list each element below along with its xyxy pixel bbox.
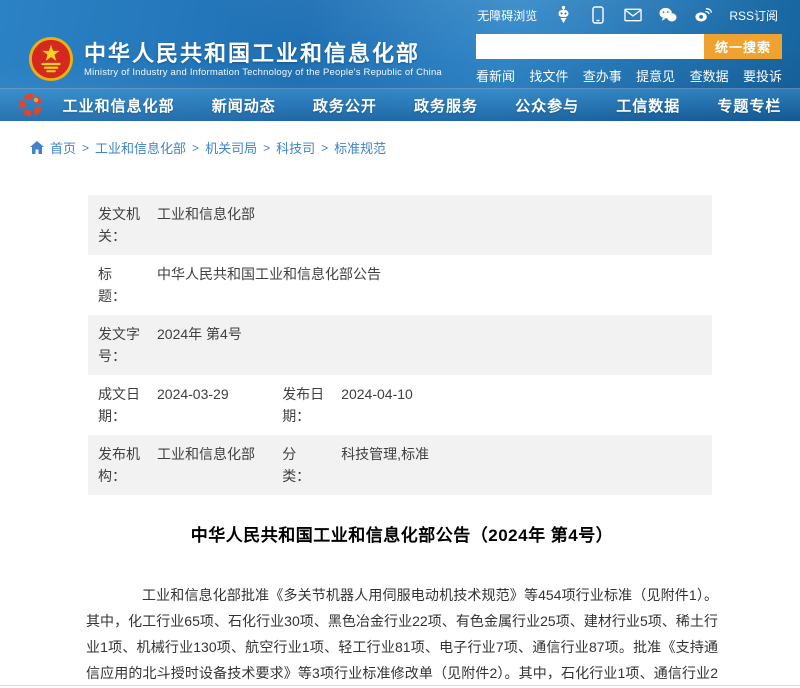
document-info-table: 发文机关： 工业和信息化部 标 题： 中华人民共和国工业和信息化部公告 发文字号… [88,195,712,495]
site-title: 中华人民共和国工业和信息化部 [84,41,442,67]
crumb-separator: > [263,141,270,155]
date-published-label: 发布日期： [282,383,332,427]
search-input[interactable] [476,34,704,59]
mascot-icon[interactable] [554,6,572,24]
quick-link-complaint[interactable]: 要投诉 [743,66,782,85]
page-title: 中华人民共和国工业和信息化部公告（2024年 第4号） [86,521,718,546]
doc-number-value: 2024年 第4号 [148,323,712,367]
main-nav: 工业和信息化部 新闻动态 政务公开 政务服务 公众参与 工信数据 专题专栏 [0,88,800,121]
quick-link-data[interactable]: 查数据 [690,66,729,85]
table-row: 成文日期： 2024-03-29 发布日期： 2024-04-10 [88,375,712,435]
miit-logo-icon[interactable] [18,92,44,118]
utility-bar: 无障碍浏览 [0,0,800,30]
crumb-departments[interactable]: 机关司局 [205,138,257,157]
site-header: 中华人民共和国工业和信息化部 Ministry of Industry and … [0,30,800,88]
issuing-org-label: 发文机关： [98,203,148,247]
nav-item-data[interactable]: 工信数据 [616,95,680,116]
crumb-miit[interactable]: 工业和信息化部 [95,138,186,157]
quick-links: 看新闻 找文件 查办事 提意见 查数据 要投诉 [476,66,782,85]
site-banner: 无障碍浏览 [0,0,800,121]
article: 中华人民共和国工业和信息化部公告（2024年 第4号） 工业和信息化部批准《多关… [86,521,718,688]
crumb-separator: > [82,141,89,155]
doc-title-label: 标 题： [98,263,148,307]
category-label: 分 类： [282,443,332,487]
crumb-separator: > [321,141,328,155]
mobile-icon[interactable] [589,6,607,24]
mail-icon[interactable] [624,6,642,24]
quick-link-news[interactable]: 看新闻 [476,66,515,85]
quick-link-files[interactable]: 找文件 [529,66,568,85]
article-paragraph: 工业和信息化部批准《多关节机器人用伺服电动机技术规范》等454项行业标准（见附件… [86,582,718,688]
search-button[interactable]: 统一搜索 [704,34,782,59]
table-row: 发布机构： 工业和信息化部 分 类： 科技管理,标准 [88,435,712,495]
crumb-separator: > [192,141,199,155]
nav-item-special[interactable]: 专题专栏 [717,95,781,116]
accessibility-link[interactable]: 无障碍浏览 [477,7,537,24]
crumb-home[interactable]: 首页 [50,138,76,157]
publisher-value: 工业和信息化部 [148,443,282,487]
quick-link-services[interactable]: 查办事 [583,66,622,85]
quick-link-suggest[interactable]: 提意见 [636,66,675,85]
crumb-tech-dept[interactable]: 科技司 [276,138,315,157]
weibo-icon[interactable] [694,6,712,24]
nav-item-news[interactable]: 新闻动态 [212,95,276,116]
table-row: 标 题： 中华人民共和国工业和信息化部公告 [88,255,712,315]
footer-divider [0,685,800,686]
table-row: 发文机关： 工业和信息化部 [88,195,712,255]
date-published-value: 2024-04-10 [332,383,712,427]
nav-item-miit[interactable]: 工业和信息化部 [63,95,175,116]
nav-item-gov-service[interactable]: 政务服务 [414,95,478,116]
nav-item-participation[interactable]: 公众参与 [515,95,579,116]
breadcrumb: 首页 > 工业和信息化部 > 机关司局 > 科技司 > 标准规范 [0,121,800,167]
home-icon[interactable] [30,141,44,154]
rss-link[interactable]: RSS订阅 [729,7,778,24]
national-emblem-icon [28,36,74,82]
site-logo[interactable]: 中华人民共和国工业和信息化部 Ministry of Industry and … [28,36,442,82]
wechat-icon[interactable] [659,6,677,24]
crumb-current: 标准规范 [334,138,386,157]
search-zone: 统一搜索 看新闻 找文件 查办事 提意见 查数据 要投诉 [476,34,782,85]
doc-title-value: 中华人民共和国工业和信息化部公告 [148,263,712,307]
doc-number-label: 发文字号： [98,323,148,367]
date-written-value: 2024-03-29 [148,383,282,427]
site-title-en: Ministry of Industry and Information Tec… [84,67,442,78]
category-value: 科技管理,标准 [332,443,712,487]
date-written-label: 成文日期： [98,383,148,427]
issuing-org-value: 工业和信息化部 [148,203,712,247]
table-row: 发文字号： 2024年 第4号 [88,315,712,375]
publisher-label: 发布机构： [98,443,148,487]
nav-item-gov-open[interactable]: 政务公开 [313,95,377,116]
